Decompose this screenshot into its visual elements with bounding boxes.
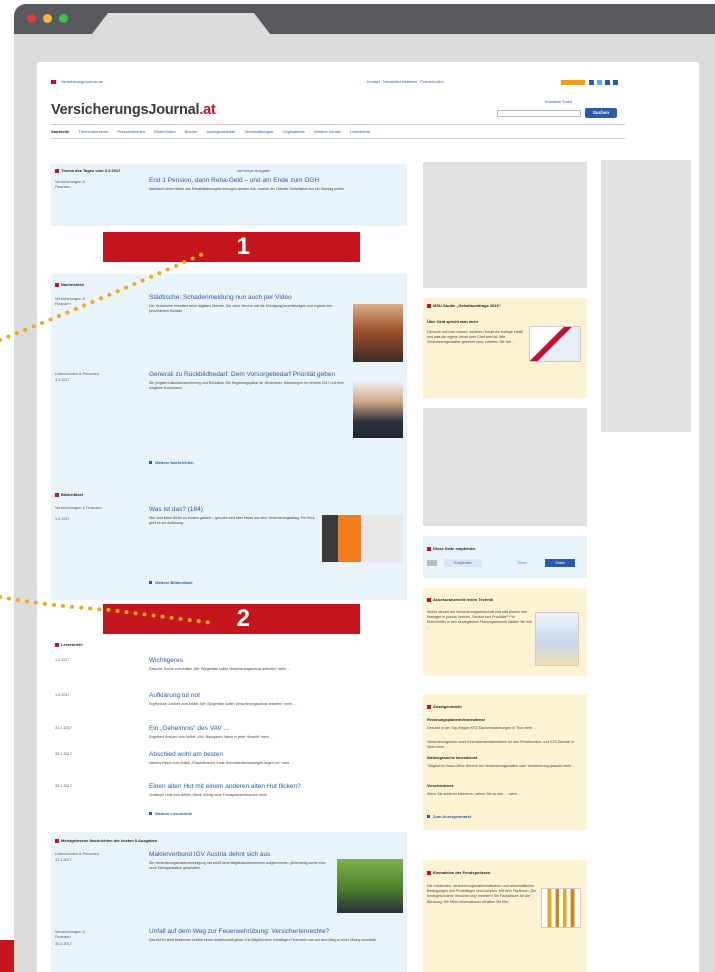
callout-lines — [0, 251, 215, 625]
left-edge-marker — [0, 940, 14, 972]
callout-line-1 — [0, 251, 207, 342]
callout-line-2 — [0, 595, 215, 625]
